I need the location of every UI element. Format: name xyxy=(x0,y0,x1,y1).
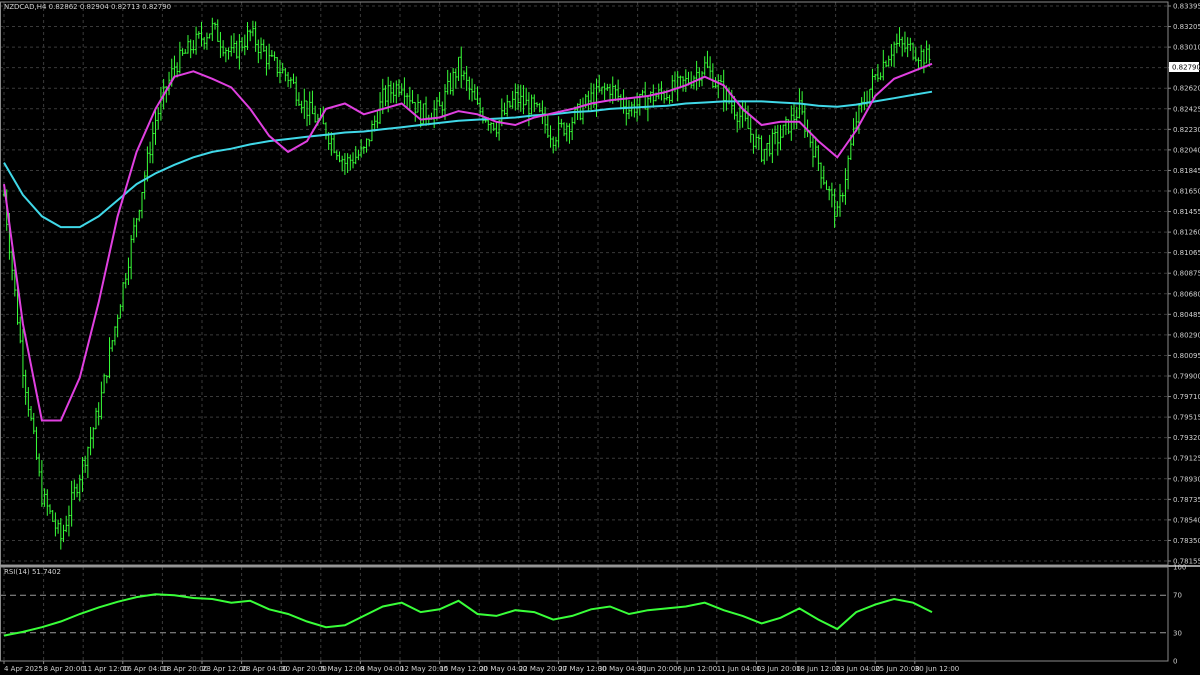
time-tick-label: 18 Jun 12:00 xyxy=(796,665,840,673)
price-tick-label: 0.81065 xyxy=(1173,249,1200,257)
time-tick-label: 5 May 12:00 xyxy=(321,665,365,673)
price-axis: 0.833950.832050.830100.828150.826200.824… xyxy=(1168,3,1200,566)
price-tick-label: 0.80875 xyxy=(1173,270,1200,278)
time-tick-label: 4 Apr 2025 xyxy=(4,665,43,673)
rsi-header: RSI(14) 51.7402 xyxy=(4,568,61,576)
rsi-panel-frame xyxy=(0,566,1169,662)
price-tick-label: 0.78540 xyxy=(1173,516,1200,524)
price-tick-label: 0.82425 xyxy=(1173,105,1200,113)
price-tick-label: 0.82040 xyxy=(1173,146,1200,154)
price-tick-label: 0.79710 xyxy=(1173,393,1200,401)
price-tick-label: 0.83395 xyxy=(1173,3,1200,11)
time-axis: 4 Apr 2025 8 Apr 20:0011 Apr 12:0016 Apr … xyxy=(3,661,959,673)
price-tick-label: 0.80485 xyxy=(1173,311,1200,319)
grid xyxy=(0,2,1168,661)
price-tick-label: 0.80095 xyxy=(1173,352,1200,360)
price-tick-label: 0.82230 xyxy=(1173,126,1200,134)
current-price-marker: 0.82790 xyxy=(1169,62,1200,73)
time-tick-label: 13 Jun 20:00 xyxy=(756,665,800,673)
current-price-label: 0.82790 xyxy=(1172,64,1200,72)
chart-canvas: 0.833950.832050.830100.828150.826200.824… xyxy=(0,1,1200,673)
time-tick-label: 23 Jun 04:00 xyxy=(836,665,880,673)
price-tick-label: 0.79320 xyxy=(1173,434,1200,442)
time-tick-label: 8 May 04:00 xyxy=(360,665,404,673)
rsi-tick-label: 0 xyxy=(1173,658,1177,666)
price-panel-frame xyxy=(0,1,1169,566)
price-tick-label: 0.78350 xyxy=(1173,537,1200,545)
rsi-tick-label: 30 xyxy=(1173,629,1182,637)
rsi-line xyxy=(3,593,933,637)
time-tick-label: 30 Jun 12:00 xyxy=(915,665,959,673)
price-tick-label: 0.81650 xyxy=(1173,188,1200,196)
price-tick-label: 0.79900 xyxy=(1173,373,1200,381)
rsi-levels xyxy=(0,594,1168,634)
price-tick-label: 0.79125 xyxy=(1173,455,1200,463)
price-tick-label: 0.81260 xyxy=(1173,229,1200,237)
rsi-axis: 100 70 30 0 xyxy=(1173,564,1186,666)
price-tick-label: 0.82620 xyxy=(1173,85,1200,93)
price-tick-label: 0.80680 xyxy=(1173,290,1200,298)
price-tick-label: 0.79515 xyxy=(1173,414,1200,422)
price-tick-label: 0.83205 xyxy=(1173,23,1200,31)
rsi-tick-label: 70 xyxy=(1173,592,1182,600)
price-tick-label: 0.83010 xyxy=(1173,44,1200,52)
time-tick-label: 25 Jun 20:00 xyxy=(875,665,919,673)
symbol-header: NZDCAD,H4 0.82862 0.82904 0.82713 0.8279… xyxy=(4,3,171,11)
time-tick-label: 6 Jun 12:00 xyxy=(677,665,717,673)
price-tick-label: 0.78735 xyxy=(1173,496,1200,504)
price-tick-label: 0.81455 xyxy=(1173,208,1200,216)
panel-frames xyxy=(0,1,1200,662)
price-tick-label: 0.81845 xyxy=(1173,167,1200,175)
price-tick-label: 0.78930 xyxy=(1173,475,1200,483)
price-tick-label: 0.80290 xyxy=(1173,331,1200,339)
price-bars xyxy=(2,17,931,550)
ma-fast-line xyxy=(3,62,933,422)
rsi-tick-label: 100 xyxy=(1173,564,1186,572)
time-tick-label: 11 Jun 04:00 xyxy=(717,665,761,673)
time-tick-label: 3 Jun 20:00 xyxy=(638,665,678,673)
time-tick-label: 8 Apr 20:00 xyxy=(44,665,85,673)
